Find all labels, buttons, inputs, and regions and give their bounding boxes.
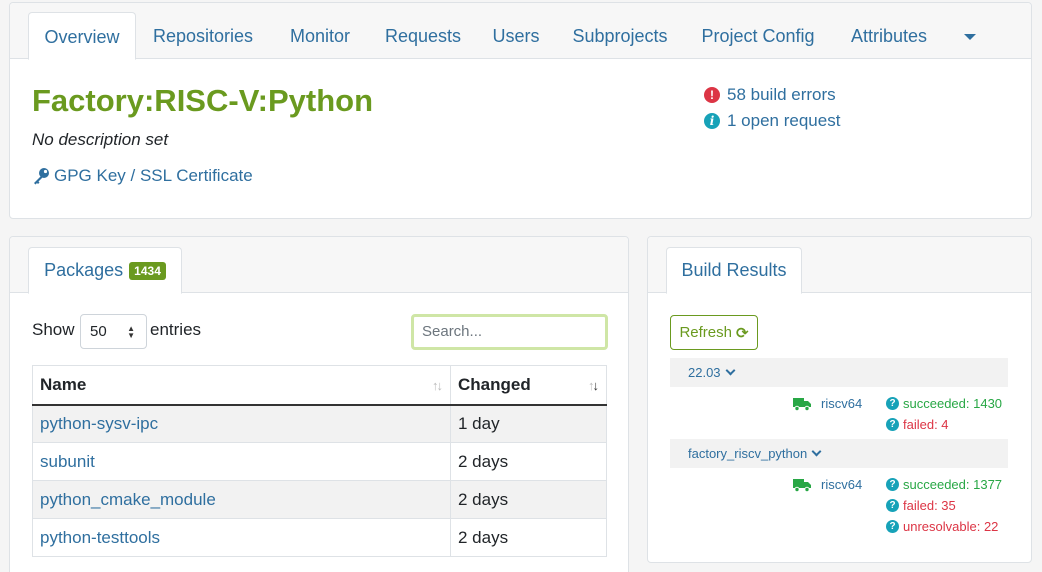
result-unresolvable-link[interactable]: ? unresolvable: 22: [886, 519, 998, 534]
project-header-card: Overview Repositories Monitor Requests U…: [9, 2, 1032, 219]
chevron-down-icon: [725, 365, 735, 376]
column-header-changed[interactable]: Changed ↑↓: [450, 365, 607, 406]
column-header-name[interactable]: Name ↑↓: [32, 365, 451, 406]
table-row: python-sysv-ipc 1 day: [32, 404, 607, 443]
select-arrows-icon: ▲ ▼: [127, 324, 135, 340]
project-tabs: Overview Repositories Monitor Requests U…: [10, 3, 1031, 60]
changed-cell: 2 days: [450, 518, 607, 557]
page-length-value: 50: [90, 323, 107, 340]
entries-label: entries: [150, 320, 202, 339]
page-title: Factory:RISC-V:Python: [32, 83, 374, 118]
build-errors-link[interactable]: ! 58 build errors: [704, 85, 836, 105]
gpg-key-label: GPG Key / SSL Certificate: [54, 166, 253, 185]
question-icon: ?: [886, 520, 899, 533]
table-row: python-testtools 2 days: [32, 518, 607, 557]
tab-requests[interactable]: Requests: [378, 12, 468, 60]
search-input[interactable]: Search...: [411, 314, 608, 350]
packages-tab-label: Packages: [44, 260, 124, 280]
question-icon: ?: [886, 478, 899, 491]
build-errors-label: 58 build errors: [727, 85, 836, 104]
table-row: subunit 2 days: [32, 442, 607, 481]
package-link[interactable]: python_cmake_module: [40, 490, 216, 509]
repository-name: 22.03: [688, 365, 721, 380]
error-icon: !: [704, 87, 720, 103]
refresh-button[interactable]: Refresh ⟳: [670, 315, 758, 350]
changed-cell: 2 days: [450, 442, 607, 481]
result-label: succeeded: 1430: [903, 396, 1003, 411]
result-label: succeeded: 1377: [903, 477, 1003, 492]
tab-build-results[interactable]: Build Results: [666, 247, 802, 294]
tab-repositories[interactable]: Repositories: [144, 12, 262, 60]
result-label: failed: 4: [903, 417, 949, 432]
tab-users[interactable]: Users: [484, 12, 548, 60]
open-requests-link[interactable]: i 1 open request: [704, 111, 840, 131]
repository-header[interactable]: 22.03: [670, 358, 1008, 387]
gpg-key-link[interactable]: GPG Key / SSL Certificate: [32, 166, 253, 186]
tab-attributes[interactable]: Attributes: [840, 12, 938, 60]
open-requests-label: 1 open request: [727, 111, 841, 130]
result-succeeded-link[interactable]: ? succeeded: 1377: [886, 477, 1002, 492]
repository-name: factory_riscv_python: [688, 446, 808, 461]
repository-header[interactable]: factory_riscv_python: [670, 439, 1008, 468]
sort-desc-icon: ↑↓: [588, 378, 599, 393]
arch-name: riscv64: [821, 396, 863, 411]
changed-cell: 1 day: [450, 404, 607, 443]
question-icon: ?: [886, 397, 899, 410]
refresh-icon: ⟳: [735, 324, 749, 342]
tab-project-config[interactable]: Project Config: [692, 12, 824, 60]
page-length-select[interactable]: 50 ▲ ▼: [80, 314, 147, 349]
show-label: Show: [32, 320, 75, 339]
package-link[interactable]: python-testtools: [40, 528, 160, 547]
chevron-down-icon: [811, 446, 822, 457]
tab-overview[interactable]: Overview: [28, 12, 136, 60]
tab-packages[interactable]: Packages 1434: [28, 247, 182, 294]
packages-tabbar: Packages 1434: [10, 237, 628, 294]
info-icon: i: [704, 113, 720, 129]
tab-monitor[interactable]: Monitor: [278, 12, 362, 60]
question-icon: ?: [886, 418, 899, 431]
changed-cell: 2 days: [450, 480, 607, 519]
table-row: python_cmake_module 2 days: [32, 480, 607, 519]
project-description: No description set: [32, 130, 169, 149]
result-failed-link[interactable]: ? failed: 35: [886, 498, 956, 513]
result-label: failed: 35: [903, 498, 956, 513]
arch-link[interactable]: riscv64: [793, 396, 862, 411]
truck-icon: [793, 397, 811, 411]
result-succeeded-link[interactable]: ? succeeded: 1430: [886, 396, 1002, 411]
build-results-card: Build Results Refresh ⟳ 22.03 riscv64 ? …: [647, 236, 1032, 563]
package-link[interactable]: python-sysv-ipc: [40, 414, 158, 433]
question-icon: ?: [886, 499, 899, 512]
result-failed-link[interactable]: ? failed: 4: [886, 417, 949, 432]
packages-count-badge: 1434: [129, 261, 166, 280]
tab-subprojects[interactable]: Subprojects: [564, 12, 676, 60]
packages-table: Name ↑↓ Changed ↑↓ python-sysv-ipc 1 day…: [32, 365, 607, 557]
packages-card: Packages 1434 Show 50 ▲ ▼ entries Search.…: [9, 236, 629, 572]
build-results-tabbar: Build Results: [648, 237, 1031, 294]
truck-icon: [793, 478, 811, 492]
key-icon: [34, 168, 49, 185]
result-label: unresolvable: 22: [903, 519, 999, 534]
more-tabs-caret-icon[interactable]: [964, 34, 976, 40]
arch-name: riscv64: [821, 477, 863, 492]
sort-icon: ↑↓: [432, 378, 443, 393]
refresh-label: Refresh: [679, 324, 732, 341]
arch-link[interactable]: riscv64: [793, 477, 862, 492]
package-link[interactable]: subunit: [40, 452, 95, 471]
